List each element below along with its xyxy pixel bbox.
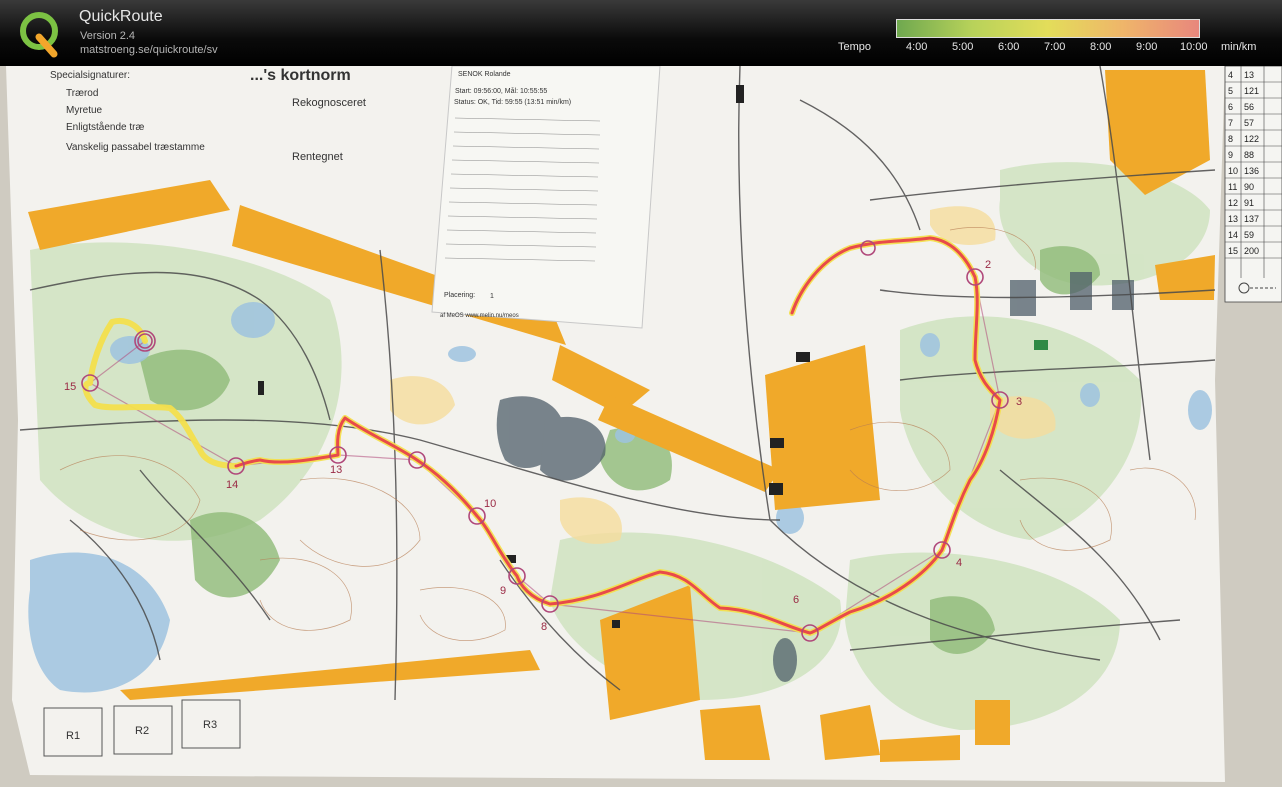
table-cell-code: 90	[1244, 182, 1254, 192]
control-number: 2	[985, 259, 991, 271]
table-cell-index: 11	[1228, 182, 1237, 192]
table-cell-code: 59	[1244, 230, 1254, 240]
map-canvas[interactable]: SENOK Rolande Start: 09:56:00, Mål: 10:5…	[0, 66, 1282, 787]
legend-tick: 10:00	[1180, 41, 1208, 53]
table-cell-code: 122	[1244, 134, 1259, 144]
legend-tick: 8:00	[1090, 41, 1112, 53]
table-cell-code: 88	[1244, 150, 1254, 160]
symbol-label: Trærod	[66, 88, 98, 99]
placering-label: Placering:	[444, 292, 475, 299]
results-footer: af MeOS www.melin.nu/meos	[440, 313, 519, 319]
control-number: 6	[793, 594, 799, 606]
symbol-label: Myretue	[66, 105, 103, 116]
legend-tick: 5:00	[952, 41, 974, 53]
results-status: Status: OK, Tid: 59:55 (13:51 min/km)	[454, 99, 571, 106]
control-number: 3	[1016, 396, 1022, 408]
table-cell-index: 5	[1228, 86, 1233, 96]
table-cell-index: 13	[1228, 214, 1238, 224]
table-cell-code: 57	[1244, 118, 1254, 128]
table-cell-code: 121	[1244, 86, 1259, 96]
rekognosceret-title: Rekognosceret	[292, 97, 366, 109]
table-cell-index: 9	[1228, 150, 1233, 160]
symbol-label: Enligtstående træ	[66, 121, 144, 133]
control-number: 14	[226, 479, 238, 491]
control-number: 13	[330, 464, 342, 476]
table-cell-index: 15	[1228, 246, 1238, 256]
table-cell-index: 10	[1228, 166, 1238, 176]
app-url[interactable]: matstroeng.se/quickroute/sv	[80, 44, 218, 56]
relay-box-label: R3	[203, 719, 217, 731]
table-cell-index: 8	[1228, 134, 1233, 144]
symbol-label: Vanskelig passabel træstamme	[66, 142, 205, 153]
description-table: 4 13 5 121 6 56 7 57 8 122 9 88 10 136 11 90 12 91 13 137 14…	[1224, 66, 1282, 303]
placering-value: 1	[490, 293, 494, 300]
map-title: ...'s kortnorm	[250, 67, 351, 84]
control-number: 4	[956, 557, 962, 569]
control-number: 15	[64, 381, 76, 393]
relay-box-label: R1	[66, 730, 80, 742]
table-cell-code: 200	[1244, 246, 1259, 256]
table-cell-code: 91	[1244, 198, 1254, 208]
orienteering-map[interactable]: SENOK Rolande Start: 09:56:00, Mål: 10:5…	[0, 66, 1282, 787]
legend-tick: 9:00	[1136, 41, 1158, 53]
control-number: 8	[541, 621, 547, 633]
table-cell-code: 136	[1244, 166, 1259, 176]
relay-box-label: R2	[135, 725, 149, 737]
legend-tick: 4:00	[906, 41, 928, 53]
quickroute-logo-icon	[20, 12, 58, 58]
app-version: Version 2.4	[80, 30, 136, 42]
results-header: SENOK Rolande	[458, 71, 511, 78]
table-cell-index: 6	[1228, 102, 1233, 112]
rentegnet-title: Rentegnet	[292, 151, 343, 163]
table-cell-index: 12	[1228, 198, 1238, 208]
table-cell-code: 56	[1244, 102, 1254, 112]
legend-tick: 7:00	[1044, 41, 1066, 53]
app-title: QuickRoute	[79, 8, 163, 25]
table-cell-code: 13	[1244, 70, 1254, 80]
special-symbols-title: Specialsignaturer:	[50, 70, 130, 81]
tempo-label: Tempo	[838, 41, 872, 53]
table-cell-index: 7	[1228, 118, 1233, 128]
tempo-legend-bar	[896, 19, 1200, 38]
legend-tick: 6:00	[998, 41, 1020, 53]
control-number: 10	[484, 498, 496, 510]
table-cell-code: 137	[1244, 214, 1259, 224]
app-header: QuickRoute Version 2.4 matstroeng.se/qui…	[0, 0, 1282, 66]
results-sheet: SENOK Rolande Start: 09:56:00, Mål: 10:5…	[431, 66, 661, 329]
control-number: 9	[500, 585, 506, 597]
results-start: Start: 09:56:00, Mål: 10:55:55	[455, 87, 547, 95]
legend-unit: min/km	[1221, 41, 1257, 53]
table-cell-index: 14	[1228, 230, 1238, 240]
table-cell-index: 4	[1228, 70, 1233, 80]
